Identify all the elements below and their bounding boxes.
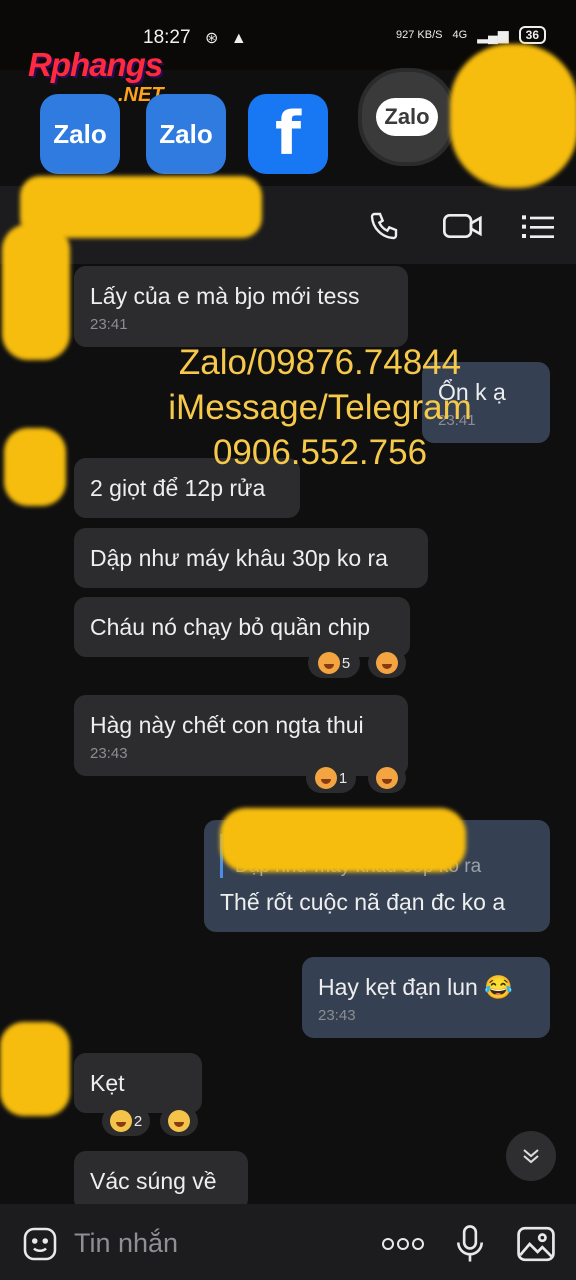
message-time: 23:43 [90,745,128,762]
message-incoming[interactable]: Vác súng về [74,1151,248,1211]
reaction-summary[interactable]: 5 [308,648,360,678]
message-text: 2 giọt để 12p rửa [90,475,266,501]
zalo-app-icon[interactable]: Zalo [40,94,120,174]
emoji-icon[interactable] [20,1224,60,1264]
watermark-line: Zalo/09876.74844 [178,343,462,382]
message-text: Kẹt [90,1070,125,1096]
scroll-to-bottom-button[interactable] [506,1131,556,1181]
video-camera-icon[interactable] [442,208,484,244]
chevron-double-down-icon [523,1149,539,1164]
status-right: 927 KB/S 4G ▂▄▆ 36 [396,26,546,44]
crying-face-icon [109,1110,132,1132]
message-outgoing[interactable]: Hay kẹt đạn lun 😂 23:43 [302,957,550,1038]
laughing-face-icon [376,652,398,674]
add-reaction-button[interactable] [368,763,406,793]
message-time: 23:41 [90,316,128,333]
message-incoming[interactable]: Dập như máy khâu 30p ko ra [74,528,428,588]
zalo-bubble-label: Zalo [376,98,438,136]
add-reaction-button[interactable] [368,648,406,678]
laughing-face-icon [314,767,337,789]
message-incoming[interactable]: Cháu nó chạy bỏ quần chip [74,597,410,657]
zalo-app-icon[interactable]: Zalo [146,94,226,174]
message-text: Cháu nó chạy bỏ quần chip [90,614,371,640]
reaction-summary[interactable]: 1 [306,763,356,793]
reaction-count: 1 [338,769,348,787]
network-type: 4G [452,29,468,41]
censor-blob [220,808,466,872]
censor-blob [0,1022,70,1116]
image-icon[interactable] [516,1224,556,1264]
message-incoming[interactable]: Kẹt [74,1053,202,1113]
censor-blob [2,224,70,360]
reaction-count: 2 [133,1112,143,1130]
brand-logo: Rphangs [28,46,163,83]
message-input-bar: Tin nhắn [0,1204,576,1280]
signal-icon: ▂▄▆ [477,26,509,43]
reaction-summary[interactable]: 2 [102,1106,150,1136]
menu-list-icon[interactable] [520,208,556,244]
crying-face-icon [168,1110,190,1132]
message-time: 23:43 [318,1007,356,1024]
laughing-face-icon [376,767,398,789]
add-reaction-button[interactable] [160,1106,198,1136]
watermark-line: iMessage/Telegram [168,388,472,427]
more-dots-icon[interactable] [380,1224,426,1264]
message-text: Thế rốt cuộc nã đạn đc ko a [220,889,506,915]
message-text: Dập như máy khâu 30p ko ra [90,545,388,571]
watermark-line: 0906.552.756 [212,433,428,472]
laughing-face-icon [317,652,340,674]
zalo-bubble-icon[interactable]: Zalo [358,68,456,166]
censor-blob [450,44,576,188]
reaction-count: 5 [341,654,351,672]
network-speed: 927 KB/S [396,29,443,41]
message-text: Hàg này chết con ngta thui [90,712,364,738]
message-text: Vác súng về [90,1168,217,1194]
facebook-app-icon[interactable]: f [248,94,328,174]
battery-indicator: 36 [518,26,546,44]
alert-icon: ▲ [230,30,247,47]
censor-blob [4,428,66,506]
watermark: Zalo/09876.74844 iMessage/Telegram 0906.… [150,340,490,475]
message-text: Hay kẹt đạn lun 😂 [318,974,513,1000]
message-input[interactable]: Tin nhắn [74,1228,178,1259]
compass-icon: ⊛ [205,30,219,47]
message-incoming[interactable]: Lấy của e mà bjo mới tess 23:41 [74,266,408,347]
message-incoming[interactable]: Hàg này chết con ngta thui 23:43 [74,695,408,776]
microphone-icon[interactable] [450,1224,490,1264]
status-icons: ⊛ ▲ [205,28,247,48]
message-text: Lấy của e mà bjo mới tess [90,283,360,309]
phone-icon[interactable] [366,208,402,244]
